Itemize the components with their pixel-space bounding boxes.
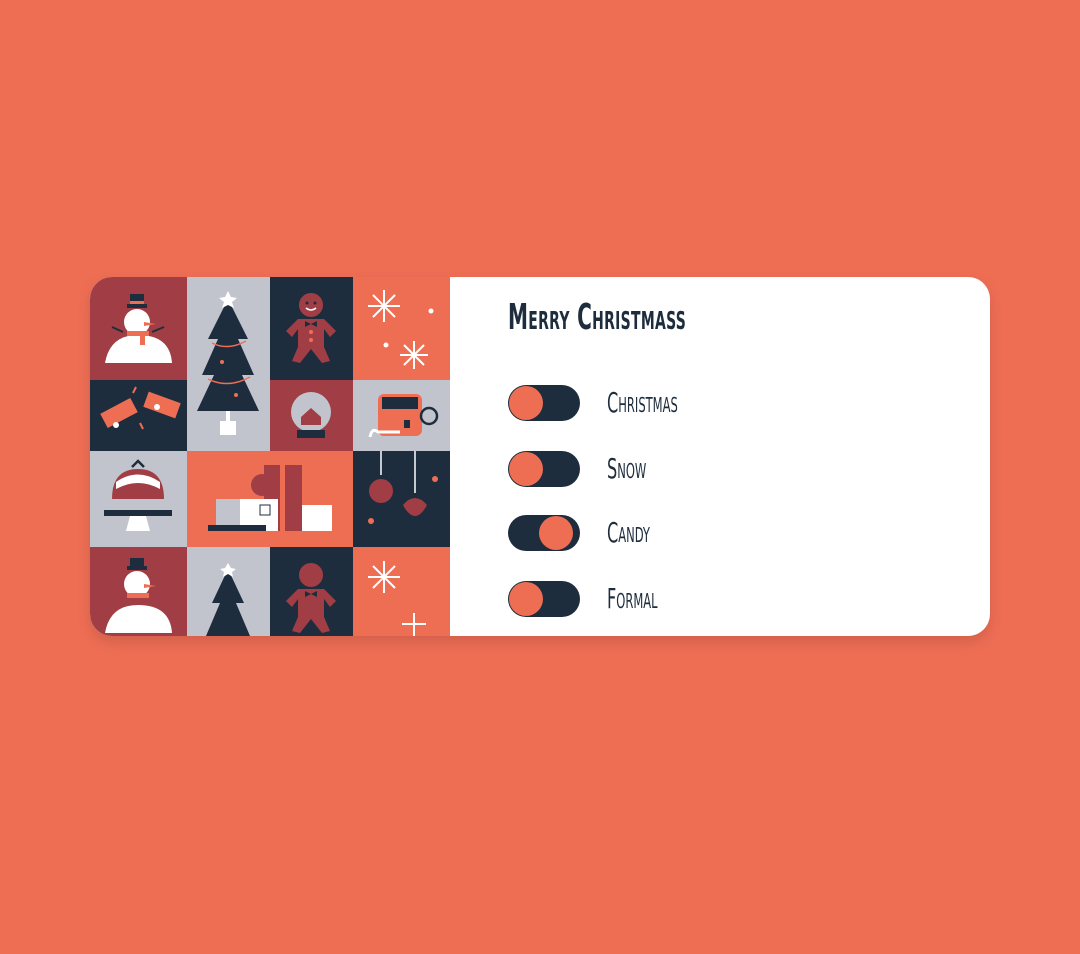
options-panel: Merry Christmass Christmas Snow Candy Fo… — [450, 277, 990, 636]
christmas-toggle[interactable] — [508, 385, 580, 421]
toggle-knob — [539, 516, 573, 550]
candy-label: Candy — [607, 516, 650, 549]
formal-label: Formal — [607, 582, 658, 615]
card-title: Merry Christmass — [508, 297, 687, 338]
option-row-candy: Candy — [508, 515, 908, 551]
snow-toggle[interactable] — [508, 451, 580, 487]
toggle-knob — [509, 452, 543, 486]
candy-toggle[interactable] — [508, 515, 580, 551]
christmas-label: Christmas — [607, 386, 678, 419]
christmas-illustration — [90, 277, 450, 636]
option-row-formal: Formal — [508, 581, 908, 617]
snow-label: Snow — [607, 452, 647, 485]
formal-toggle[interactable] — [508, 581, 580, 617]
settings-card: Merry Christmass Christmas Snow Candy Fo… — [90, 277, 990, 636]
toggle-knob — [509, 386, 543, 420]
option-row-christmas: Christmas — [508, 385, 908, 421]
toggle-knob — [509, 582, 543, 616]
option-row-snow: Snow — [508, 451, 908, 487]
snow-globe-icon — [291, 392, 331, 438]
